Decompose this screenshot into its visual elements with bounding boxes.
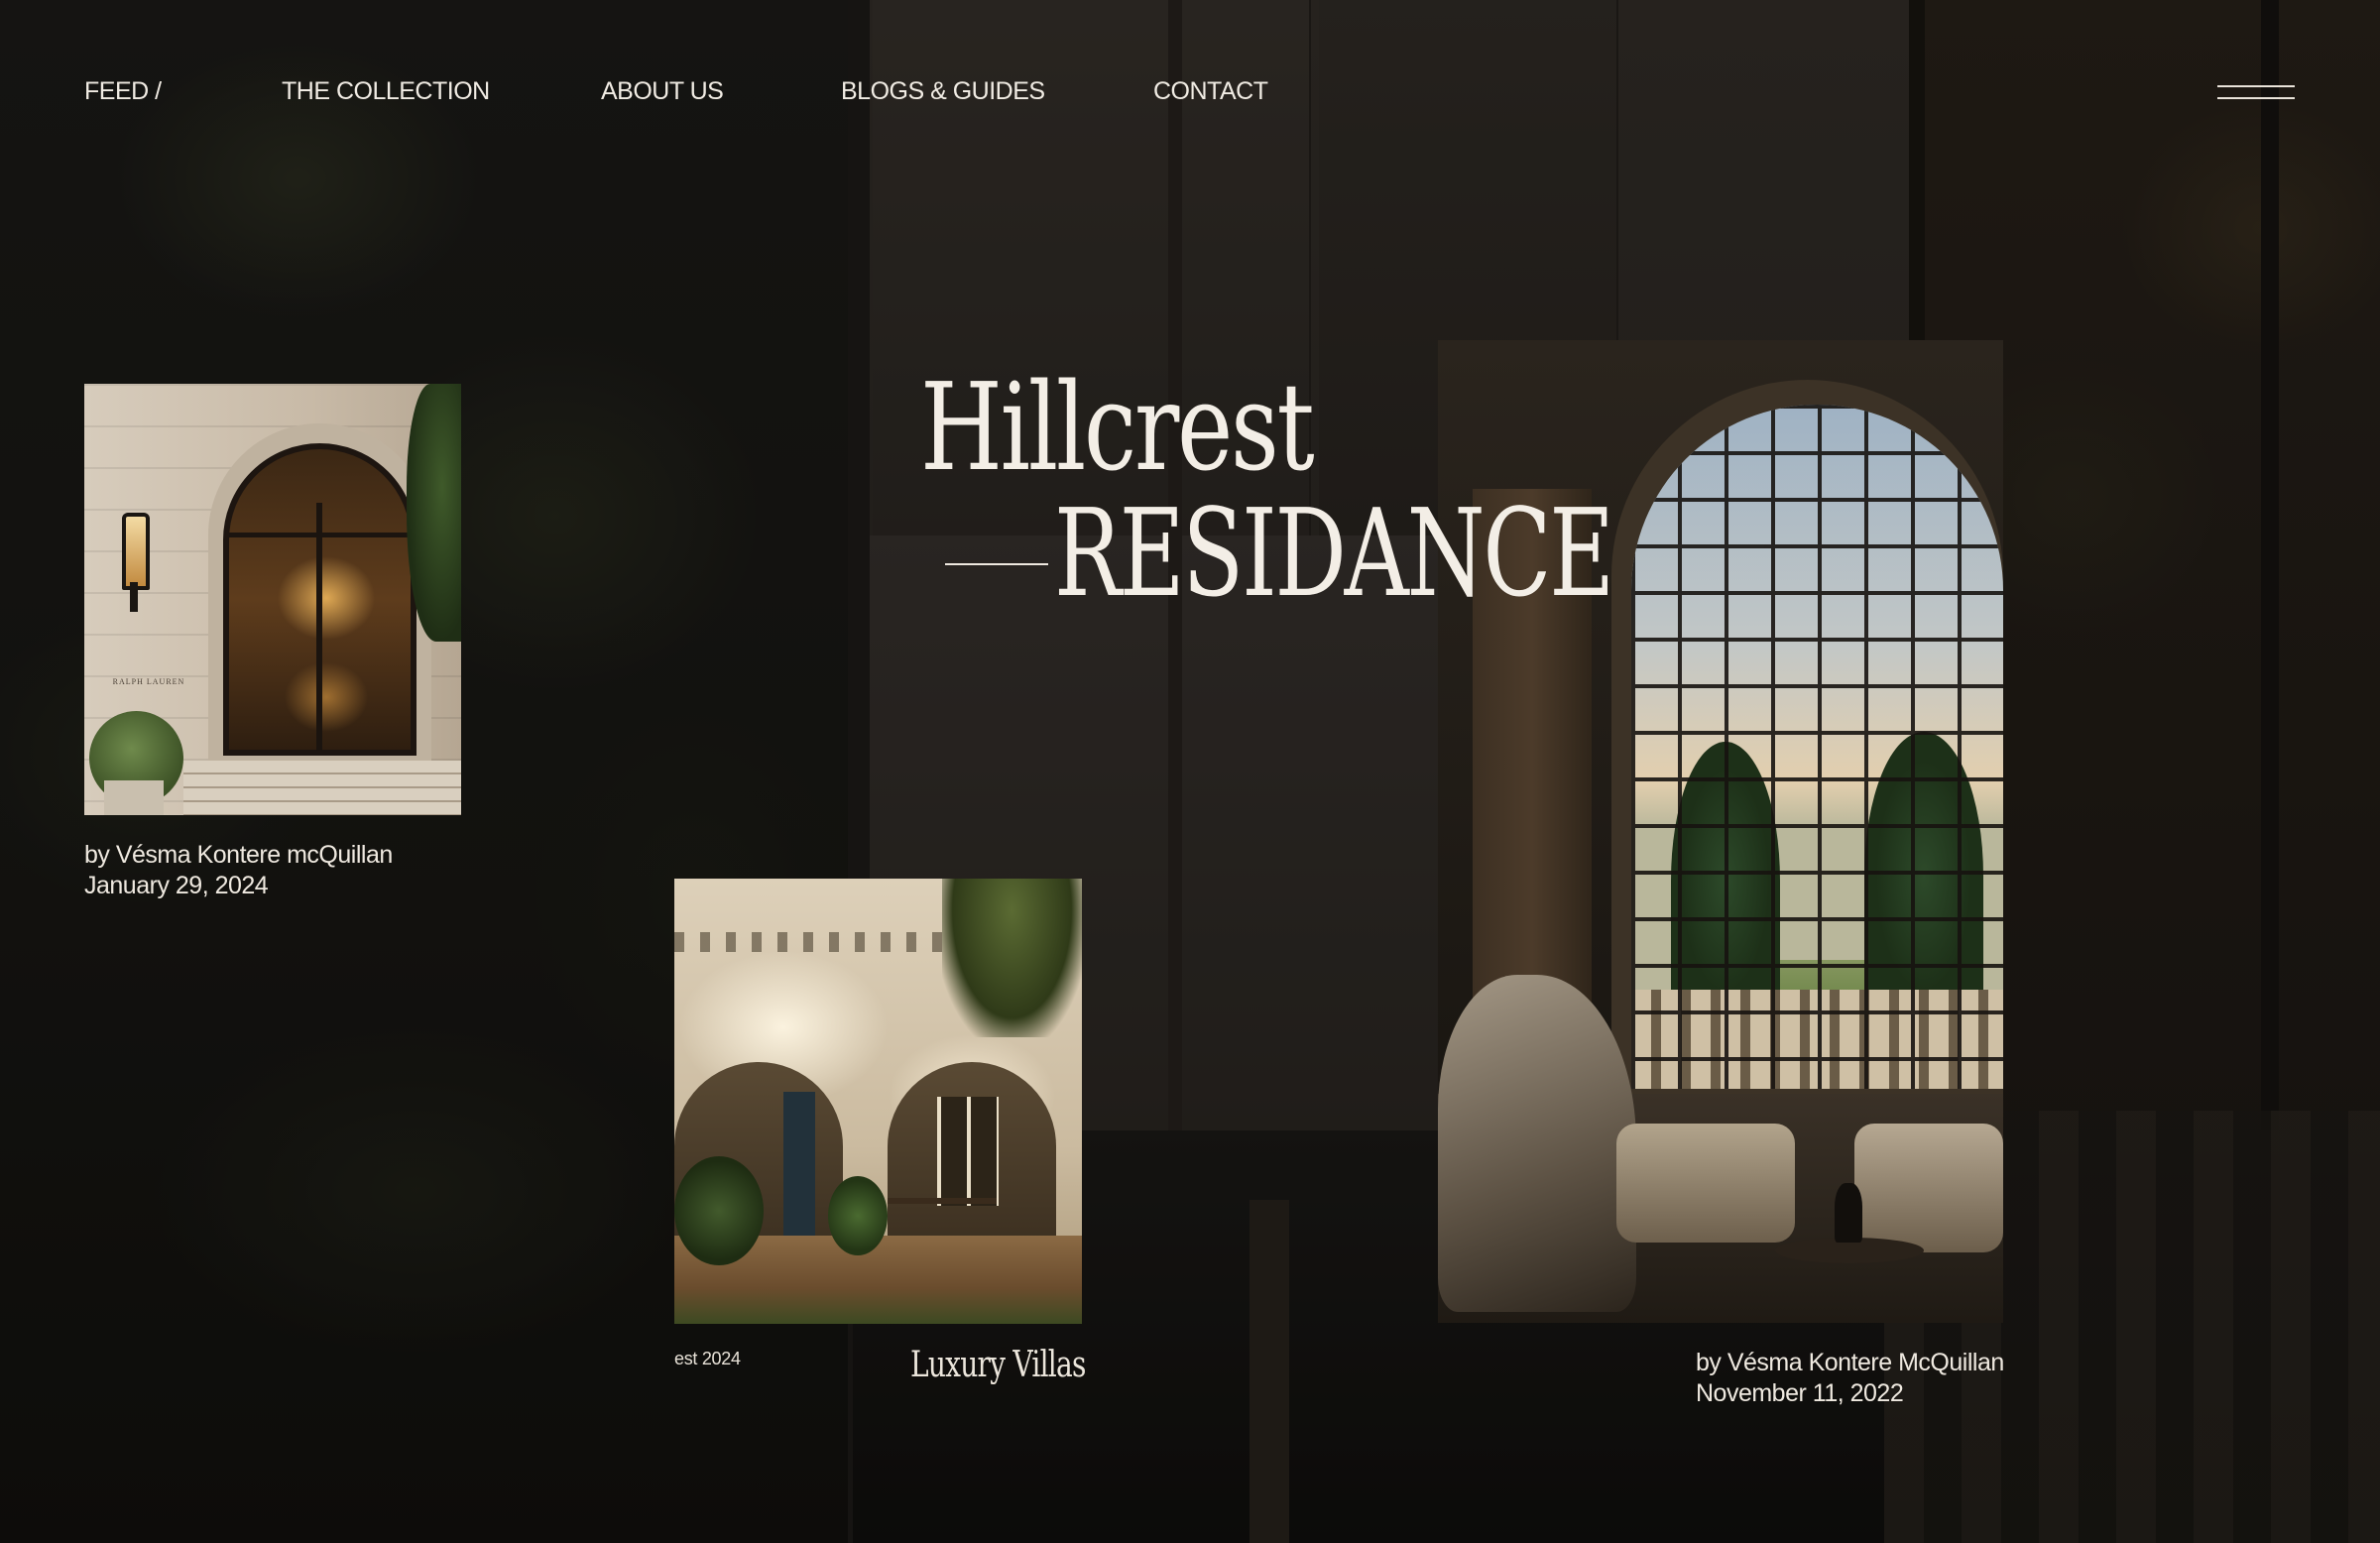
doorway-photo[interactable]: RALPH LAUREN — [84, 384, 461, 815]
wall-lamp-icon — [122, 513, 150, 590]
luxury-villas-label[interactable]: Luxury Villas — [910, 1345, 1086, 1385]
store-plaque: RALPH LAUREN — [112, 677, 185, 686]
sculpture — [1835, 1183, 1862, 1243]
nav-blogs-guides[interactable]: BLOGS & GUIDES — [841, 77, 1045, 106]
shrub — [674, 1156, 764, 1265]
armchair — [1438, 975, 1636, 1312]
nav-about-us[interactable]: ABOUT US — [601, 77, 724, 106]
chaise-lounge — [1616, 1124, 1795, 1243]
card-author: by Vésma Kontere McQuillan — [1696, 1349, 2004, 1376]
lamp-bracket — [130, 582, 138, 612]
villa-balcony — [674, 932, 982, 952]
villa-window — [937, 1097, 999, 1206]
door-mullion — [316, 503, 322, 751]
hero-title-line2: RESIDANCE — [1054, 483, 1614, 624]
card-author: by Vésma Kontere mcQuillan — [84, 841, 393, 869]
hamburger-menu-icon[interactable] — [2217, 83, 2295, 105]
hanging-vines — [942, 879, 1082, 1037]
courtyard-table — [888, 1198, 997, 1204]
shrub — [828, 1176, 888, 1255]
armchair — [1854, 1124, 2003, 1252]
tree-leaves — [407, 384, 461, 642]
entrance-steps — [183, 761, 461, 815]
menu-line — [2217, 97, 2295, 99]
card-date: January 29, 2024 — [84, 872, 269, 899]
nav-feed[interactable]: FEED / — [84, 77, 162, 106]
villa-photo[interactable] — [674, 879, 1082, 1324]
nav-contact[interactable]: CONTACT — [1153, 77, 1268, 106]
planter — [104, 780, 164, 815]
nav-the-collection[interactable]: THE COLLECTION — [282, 77, 490, 106]
menu-line — [2217, 85, 2295, 87]
card-date: November 11, 2022 — [1696, 1379, 1904, 1407]
window-grid — [1631, 405, 2003, 1089]
est-label: est 2024 — [674, 1349, 741, 1368]
hero-title-line1: Hillcrest — [920, 357, 1315, 498]
title-dash — [945, 563, 1048, 565]
arched-window — [1631, 405, 2003, 1089]
